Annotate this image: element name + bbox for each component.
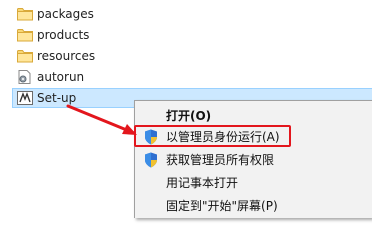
menu-item-label: 用记事本打开 bbox=[166, 176, 239, 190]
file-row-packages[interactable]: packages bbox=[0, 4, 200, 25]
menu-item-open[interactable]: 打开(O) bbox=[135, 105, 372, 127]
file-row-autorun[interactable]: autorun bbox=[0, 67, 200, 88]
menu-item-take-ownership[interactable]: 获取管理员所有权限 bbox=[135, 149, 372, 171]
file-name: products bbox=[37, 28, 90, 42]
menu-item-pin-to-start[interactable]: 固定到"开始"屏幕(P) bbox=[135, 195, 372, 217]
menu-item-label: 打开(O) bbox=[166, 109, 212, 123]
file-row-products[interactable]: products bbox=[0, 25, 200, 46]
folder-icon bbox=[17, 49, 33, 63]
folder-icon bbox=[17, 28, 33, 42]
file-name: packages bbox=[37, 7, 94, 21]
file-row-resources[interactable]: resources bbox=[0, 46, 200, 67]
menu-item-label: 固定到"开始"屏幕(P) bbox=[166, 199, 278, 213]
menu-item-label: 获取管理员所有权限 bbox=[166, 153, 275, 167]
file-name: resources bbox=[37, 49, 96, 63]
file-name: autorun bbox=[37, 70, 85, 84]
autorun-settings-icon bbox=[17, 70, 33, 84]
file-name: Set-up bbox=[37, 91, 77, 105]
menu-item-open-with-notepad[interactable]: 用记事本打开 bbox=[135, 172, 372, 194]
annotation-highlight-box bbox=[134, 125, 291, 147]
setup-app-icon bbox=[17, 91, 33, 105]
context-menu: 打开(O) 以管理员身份运行(A) 获取管理员所有权限 用记事本打开 固定到"开 bbox=[134, 100, 372, 218]
folder-icon bbox=[17, 7, 33, 21]
uac-shield-icon bbox=[144, 152, 158, 168]
